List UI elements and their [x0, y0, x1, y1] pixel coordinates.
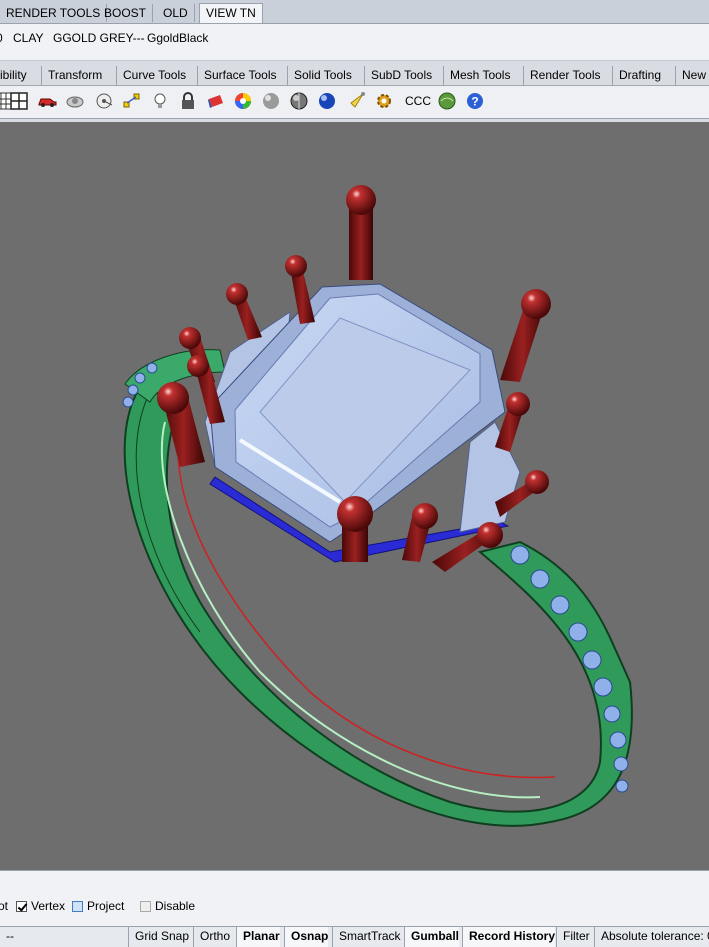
status-smarttrack[interactable]: SmartTrack	[332, 927, 401, 947]
tab-drafting[interactable]: Drafting	[612, 66, 661, 85]
osnap-label: Vertex	[31, 899, 66, 913]
status-osnap[interactable]: Osnap	[284, 927, 329, 947]
tab-solid-tools[interactable]: Solid Tools	[287, 66, 352, 85]
command-toolbar: 0 CLAY GGOLD GREY--- GgoldBlack	[0, 24, 709, 61]
tab-curve-tools[interactable]: Curve Tools	[116, 66, 186, 85]
command-zero[interactable]: 0	[0, 31, 3, 45]
status-ortho[interactable]: Ortho	[193, 927, 230, 947]
osnap-label: Disable	[155, 899, 196, 913]
status-dashes: --	[6, 929, 14, 943]
command-ggoldblack[interactable]: GgoldBlack	[147, 31, 208, 45]
status-record-history[interactable]: Record History	[462, 927, 556, 947]
color-wheel-icon[interactable]	[232, 90, 254, 112]
status-grid-snap[interactable]: Grid Snap	[128, 927, 189, 947]
command-ggold-grey[interactable]: GGOLD GREY---	[53, 31, 145, 45]
perspective-viewport[interactable]	[0, 122, 709, 870]
osnap-label: ot	[0, 899, 9, 913]
osnap-disable-checkbox[interactable]: Disable	[140, 899, 195, 913]
tab-render-tools-group[interactable]: Render Tools	[523, 66, 601, 85]
tab-boost[interactable]: BOOST	[98, 4, 154, 22]
status-bar: -- Grid Snap Ortho Planar Osnap SmartTra…	[0, 926, 709, 947]
status-filter[interactable]: Filter	[556, 927, 590, 947]
tab-new[interactable]: New	[675, 66, 706, 85]
osnap-item-ot[interactable]: ot	[0, 899, 8, 913]
checkbox-unchecked-icon	[72, 900, 83, 912]
status-absolute-tolerance: Absolute tolerance: 0	[594, 927, 709, 947]
tab-surface-tools[interactable]: Surface Tools	[197, 66, 277, 85]
osnap-vertex-checkbox[interactable]: Vertex	[16, 899, 65, 913]
ring-model	[122, 185, 633, 827]
command-clay[interactable]: CLAY	[13, 31, 43, 45]
tab-transform[interactable]: Transform	[41, 66, 102, 85]
tab-render-tools[interactable]: RENDER TOOLS	[0, 4, 108, 22]
points-icon[interactable]	[121, 90, 143, 112]
top-tab-strip: RENDER TOOLS BOOST OLD VIEW TN	[0, 0, 709, 24]
ccc-button[interactable]: CCC	[405, 94, 431, 108]
spotlight-icon[interactable]	[346, 90, 368, 112]
tab-subd-tools[interactable]: SubD Tools	[364, 66, 432, 85]
sphere-blue-icon[interactable]	[316, 90, 338, 112]
status-planar[interactable]: Planar	[236, 927, 280, 947]
lock-icon[interactable]	[177, 90, 199, 112]
toolbar-group-tabs: ibility Transform Curve Tools Surface To…	[0, 61, 709, 86]
help-icon[interactable]: ?	[464, 90, 486, 112]
four-viewports-icon[interactable]	[8, 90, 30, 112]
osnap-project-checkbox[interactable]: Project	[72, 899, 124, 913]
tab-visibility[interactable]: ibility	[0, 66, 27, 85]
status-gumball[interactable]: Gumball	[404, 927, 460, 947]
checkbox-disabled-icon	[140, 900, 151, 912]
material-icon[interactable]	[205, 90, 227, 112]
sphere-grey-icon[interactable]	[260, 90, 282, 112]
light-bulb-icon[interactable]	[149, 90, 171, 112]
tab-mesh-tools[interactable]: Mesh Tools	[443, 66, 510, 85]
checkbox-checked-icon	[16, 900, 27, 912]
sphere-shaded-icon[interactable]	[288, 90, 310, 112]
osnap-label: Project	[87, 899, 125, 913]
globe-icon[interactable]	[436, 90, 458, 112]
render-preview-icon[interactable]	[64, 90, 86, 112]
tab-view-tn[interactable]: VIEW TN	[199, 3, 263, 23]
car-icon[interactable]	[36, 90, 58, 112]
osnap-panel: ot Vertex Project Disable	[0, 870, 709, 927]
tab-old[interactable]: OLD	[157, 4, 195, 22]
gear-icon[interactable]	[373, 90, 395, 112]
camera-target-icon[interactable]	[93, 90, 115, 112]
icon-toolbar: CCC ?	[0, 86, 709, 119]
svg-text:?: ?	[471, 95, 478, 109]
